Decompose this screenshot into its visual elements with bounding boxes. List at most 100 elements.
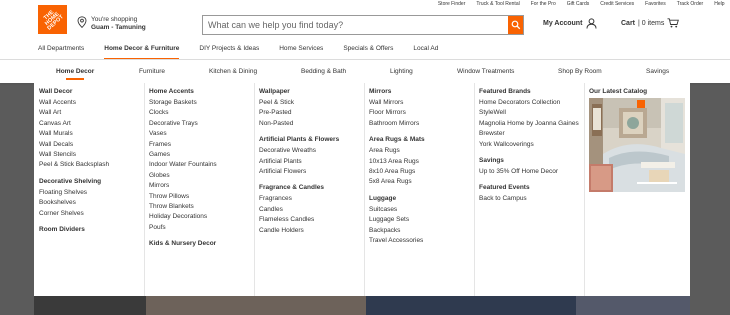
utility-link-track-order[interactable]: Track Order [671,0,708,10]
menu-heading-fragrance-candles[interactable]: Fragrance & Candles [259,184,364,191]
menu-heading-room-dividers[interactable]: Room Dividers [39,226,144,233]
utility-link-gift-cards[interactable]: Gift Cards [561,0,595,10]
menu-link[interactable]: Storage Baskets [149,98,254,108]
menu-heading-home-accents[interactable]: Home Accents [149,88,254,95]
store-label: You're shopping [91,16,138,23]
menu-link[interactable]: Bookshelves [39,198,144,208]
menu-heading-latest-catalog[interactable]: Our Latest Catalog [589,88,689,95]
menu-link[interactable]: Pre-Pasted [259,108,364,118]
menu-link[interactable]: Wall Decals [39,140,144,150]
utility-link-for-the-pro[interactable]: For the Pro [525,0,561,10]
menu-link[interactable]: Up to 35% Off Home Decor [479,167,584,177]
utility-link-truck-rental[interactable]: Truck & Tool Rental [471,0,525,10]
menu-link[interactable]: Wall Accents [39,98,144,108]
menu-link[interactable]: Candles [259,205,364,215]
menu-link[interactable]: Poufs [149,223,254,233]
menu-link[interactable]: Area Rugs [369,146,474,156]
menu-link[interactable]: Games [149,150,254,160]
menu-link[interactable]: Frames [149,140,254,150]
menu-link[interactable]: 10x13 Area Rugs [369,157,474,167]
menu-link[interactable]: Floating Shelves [39,188,144,198]
menu-link[interactable]: Decorative Trays [149,119,254,129]
menu-heading-artificial-plants[interactable]: Artificial Plants & Flowers [259,136,364,143]
menu-link[interactable]: Artificial Flowers [259,167,364,177]
menu-link[interactable]: Backpacks [369,226,474,236]
utility-link-help[interactable]: Help [709,0,730,10]
menu-link[interactable]: Bathroom Mirrors [369,119,474,129]
menu-link[interactable]: Wall Stencils [39,150,144,160]
sub-nav-kitchen-dining[interactable]: Kitchen & Dining [209,68,257,75]
page-overlay-right[interactable] [690,60,730,315]
menu-link[interactable]: Travel Accessories [369,236,474,246]
menu-link[interactable]: Back to Campus [479,194,584,204]
menu-link[interactable]: Magnolia Home by Joanna Gaines [479,119,584,129]
menu-column-4: Mirrors Wall Mirrors Floor Mirrors Bathr… [369,83,475,296]
menu-link[interactable]: Decorative Wreaths [259,146,364,156]
sub-nav-lighting[interactable]: Lighting [390,68,413,75]
menu-link[interactable]: Suitcases [369,205,474,215]
menu-heading-featured-brands[interactable]: Featured Brands [479,88,584,95]
menu-link[interactable]: Floor Mirrors [369,108,474,118]
menu-heading-decorative-shelving[interactable]: Decorative Shelving [39,178,144,185]
main-nav-local-ad[interactable]: Local Ad [413,45,438,60]
menu-heading-kids-nursery-decor[interactable]: Kids & Nursery Decor [149,240,254,247]
menu-link[interactable]: Corner Shelves [39,209,144,219]
menu-link[interactable]: Luggage Sets [369,215,474,225]
menu-link[interactable]: 8x10 Area Rugs [369,167,474,177]
menu-link[interactable]: Indoor Water Fountains [149,160,254,170]
utility-link-credit-services[interactable]: Credit Services [595,0,640,10]
utility-link-store-finder[interactable]: Store Finder [432,0,471,10]
cart-button[interactable]: Cart | 0 items [621,18,680,28]
main-nav: All Departments Home Decor & Furniture D… [38,45,458,60]
menu-link[interactable]: Wall Art [39,108,144,118]
main-nav-specials-offers[interactable]: Specials & Offers [343,45,393,60]
menu-link[interactable]: Candle Holders [259,226,364,236]
menu-link[interactable]: Fragrances [259,194,364,204]
menu-link[interactable]: Non-Pasted [259,119,364,129]
sub-nav-bedding-bath[interactable]: Bedding & Bath [301,68,346,75]
menu-heading-luggage[interactable]: Luggage [369,195,474,202]
sub-nav-home-decor[interactable]: Home Decor [56,68,94,75]
search-button[interactable] [508,16,523,34]
sub-nav-savings[interactable]: Savings [646,68,669,75]
home-depot-logo[interactable]: THE HOME DEPOT [38,5,67,34]
menu-link[interactable]: Throw Blankets [149,202,254,212]
menu-link[interactable]: Peel & Stick Backsplash [39,160,144,170]
menu-heading-wallpaper[interactable]: Wallpaper [259,88,364,95]
menu-heading-wall-decor[interactable]: Wall Decor [39,88,144,95]
menu-heading-savings[interactable]: Savings [479,157,584,164]
sub-nav-furniture[interactable]: Furniture [139,68,165,75]
menu-link[interactable]: Home Decorators Collection [479,98,584,108]
catalog-cover-image[interactable] [589,98,685,192]
menu-link[interactable]: Throw Pillows [149,192,254,202]
sub-nav-shop-by-room[interactable]: Shop By Room [558,68,602,75]
menu-link[interactable]: York Wallcoverings [479,140,584,150]
main-nav-diy-projects[interactable]: DIY Projects & Ideas [199,45,259,60]
menu-link[interactable]: Brewster [479,129,584,139]
menu-link[interactable]: Wall Mirrors [369,98,474,108]
main-nav-home-services[interactable]: Home Services [279,45,323,60]
menu-link[interactable]: Mirrors [149,181,254,191]
menu-heading-mirrors[interactable]: Mirrors [369,88,474,95]
store-selector[interactable]: You're shopping Guam - Tamuning [77,16,146,32]
my-account-button[interactable]: My Account [543,18,597,29]
menu-link[interactable]: Peel & Stick [259,98,364,108]
main-nav-home-decor-furniture[interactable]: Home Decor & Furniture [104,45,180,60]
menu-link[interactable]: Wall Murals [39,129,144,139]
menu-link[interactable]: StyleWell [479,108,584,118]
menu-link[interactable]: Globes [149,171,254,181]
utility-link-favorites[interactable]: Favorites [640,0,672,10]
menu-link[interactable]: 5x8 Area Rugs [369,177,474,187]
search-input[interactable] [203,16,508,34]
sub-nav-window-treatments[interactable]: Window Treatments [457,68,514,75]
menu-heading-area-rugs-mats[interactable]: Area Rugs & Mats [369,136,474,143]
page-overlay-left[interactable] [0,60,34,315]
menu-link[interactable]: Holiday Decorations [149,212,254,222]
main-nav-all-departments[interactable]: All Departments [38,45,84,60]
menu-link[interactable]: Artificial Plants [259,157,364,167]
menu-link[interactable]: Vases [149,129,254,139]
menu-heading-featured-events[interactable]: Featured Events [479,184,584,191]
menu-link[interactable]: Canvas Art [39,119,144,129]
menu-link[interactable]: Flameless Candles [259,215,364,225]
menu-link[interactable]: Clocks [149,108,254,118]
